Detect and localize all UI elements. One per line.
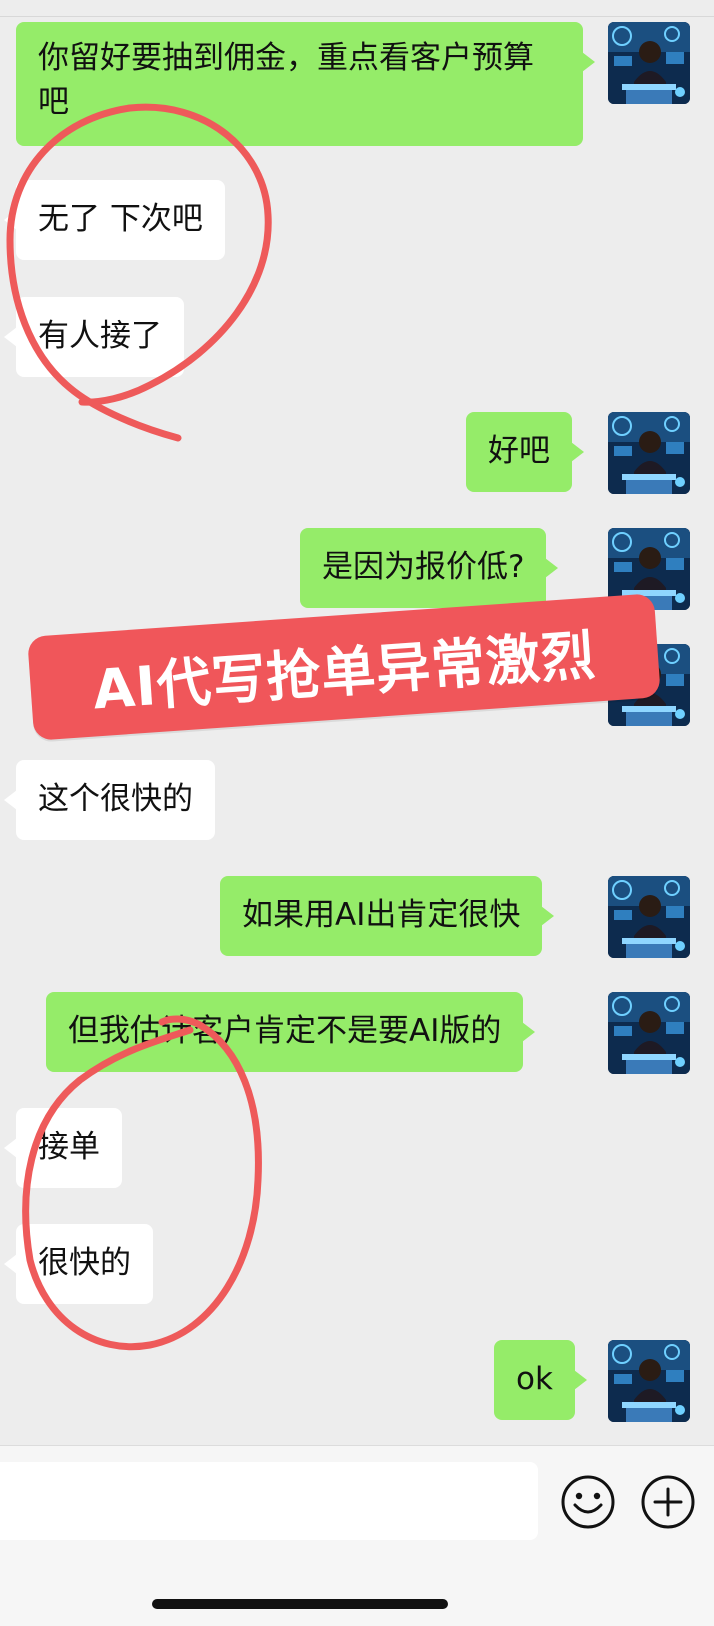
emoji-button[interactable] — [560, 1474, 616, 1530]
message-bubble-incoming[interactable]: 很快的 — [4, 1224, 153, 1304]
message-bubble-incoming[interactable]: 接单 — [4, 1108, 122, 1188]
avatar[interactable] — [608, 876, 690, 958]
message-bubble-outgoing[interactable]: ok — [494, 1340, 587, 1420]
message-bubble-outgoing[interactable]: 是因为报价低? — [300, 528, 559, 608]
avatar[interactable] — [608, 1340, 690, 1422]
avatar[interactable] — [608, 412, 690, 494]
message-bubble-incoming[interactable]: 有人接了 — [4, 297, 184, 377]
chat-area[interactable]: 你留好要抽到佣金，重点看客户预算吧 无了 下次吧 有人接了 好吧 是因为报价低?… — [0, 0, 714, 1445]
message-input[interactable] — [0, 1462, 538, 1540]
promo-banner: AI代写抢单异常激烈 — [27, 593, 661, 741]
avatar-image — [608, 876, 690, 958]
avatar-image — [608, 412, 690, 494]
smiley-face-icon — [561, 1475, 615, 1529]
avatar-image — [608, 1340, 690, 1422]
divider — [0, 16, 714, 17]
plus-button[interactable] — [640, 1474, 696, 1530]
message-bubble-outgoing[interactable]: 但我估计客户肯定不是要AI版的 — [46, 992, 536, 1072]
avatar[interactable] — [608, 992, 690, 1074]
annotation-circle-top — [6, 103, 272, 442]
input-bar — [0, 1445, 714, 1626]
home-indicator[interactable] — [152, 1599, 448, 1609]
message-bubble-outgoing[interactable]: 你留好要抽到佣金，重点看客户预算吧 — [16, 22, 595, 146]
avatar-image — [608, 992, 690, 1074]
avatar-image — [608, 22, 690, 104]
plus-circle-icon — [641, 1475, 695, 1529]
message-bubble-incoming[interactable]: 无了 下次吧 — [4, 180, 225, 260]
avatar[interactable] — [608, 22, 690, 104]
banner-text: AI代写抢单异常激烈 — [90, 622, 598, 721]
message-bubble-outgoing[interactable]: 如果用AI出肯定很快 — [220, 876, 555, 956]
message-bubble-outgoing[interactable]: 好吧 — [466, 412, 584, 492]
message-bubble-incoming[interactable]: 这个很快的 — [4, 760, 215, 840]
